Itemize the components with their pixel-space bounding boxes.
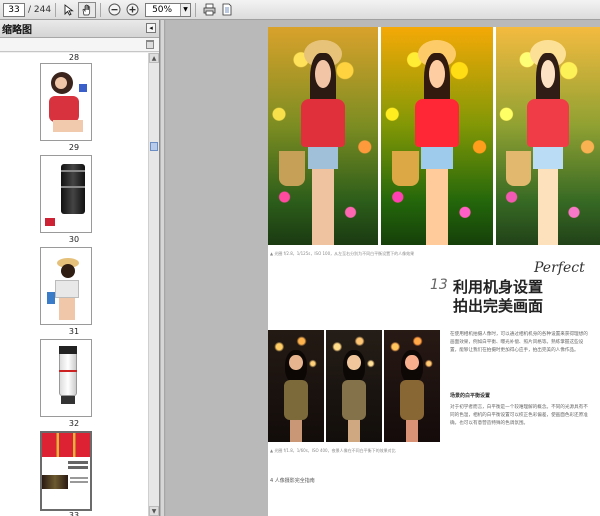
thumbnail-photo [68, 466, 88, 469]
page-number-input[interactable]: 33 [3, 2, 25, 17]
panel-splitter[interactable] [161, 20, 165, 516]
portrait-photo [381, 27, 493, 245]
thumbnail-photo [49, 96, 79, 122]
toolbar-separator [195, 2, 197, 17]
toolbar-separator [100, 2, 102, 17]
thumbnail-photo [45, 218, 55, 226]
thumbnail-photo [59, 298, 75, 320]
panel-toolbar [0, 38, 159, 52]
portrait-photo [496, 27, 600, 245]
thumbnail-page-number: 33 [68, 511, 80, 516]
thumbnail-photo [42, 475, 68, 489]
thumbnail-page-29[interactable] [40, 63, 92, 141]
page-total-label: / 244 [28, 4, 52, 15]
document-page: ▲ 光圈 f/2.8，1/125s，ISO 100，从左至右分别为不同白平衡设置… [268, 27, 600, 516]
thumbnail-page-33[interactable] [40, 431, 92, 511]
body-paragraph: 在使用相机拍摄人像时，可以通过相机机身的各种设置来获得理想的画面效果，例如白平衡… [450, 332, 588, 353]
page-footer: 4 人像摄影完全指南 [270, 478, 315, 484]
thumbnail-photo [70, 477, 88, 479]
print-icon[interactable] [200, 2, 218, 18]
thumbnail-list[interactable]: 28 29 30 31 32 33 [0, 53, 148, 516]
thumbnail-page-number: 30 [68, 235, 80, 244]
hand-icon[interactable] [78, 1, 97, 18]
page-title-line1: 利用机身设置 [453, 278, 544, 296]
thumbnail-photo [79, 84, 87, 92]
select-arrow-icon[interactable] [60, 2, 78, 18]
trash-icon[interactable] [146, 40, 154, 49]
thumbnail-photo [61, 396, 75, 404]
scroll-down-icon[interactable]: ▼ [149, 506, 159, 516]
thumbnail-photo [47, 292, 55, 304]
thumbnail-photo [42, 433, 90, 457]
thumbnail-photo [55, 77, 67, 89]
close-panel-icon[interactable]: ◂ [146, 23, 156, 33]
thumbnail-photo [53, 120, 83, 132]
thumbnail-photo [61, 264, 75, 278]
thumbnail-photo [61, 186, 85, 188]
thumbnail-scrollbar[interactable]: ▲ ▼ [148, 53, 159, 516]
thumbnail-page-31[interactable] [40, 247, 92, 325]
photo-caption: ▲ 光圈 f/2.8，1/125s，ISO 100，从左至右分别为不同白平衡设置… [270, 251, 415, 256]
thumbnail-panel: 缩略图 ◂ 28 29 30 31 32 33 ▲ ▼ [0, 20, 160, 516]
section-number: 13 [430, 277, 448, 293]
thumbnail-page-32[interactable] [40, 339, 92, 417]
thumbnail-page-number: 28 [68, 53, 80, 62]
night-portrait-photo [384, 330, 440, 442]
thumbnail-page-number: 32 [68, 419, 80, 428]
document-icon[interactable] [218, 2, 236, 18]
night-portrait-photo [268, 330, 324, 442]
chevron-down-icon[interactable]: ▼ [180, 3, 191, 16]
thumbnail-photo [68, 461, 88, 464]
zoom-in-icon[interactable] [123, 2, 141, 18]
toolbar-separator [55, 2, 57, 17]
thumbnail-page-number: 31 [68, 327, 80, 336]
zoom-value: 50% [152, 4, 173, 15]
toolbar: 33 / 244 50% ▼ [0, 0, 600, 20]
scroll-up-icon[interactable]: ▲ [149, 53, 159, 63]
document-view[interactable]: ▲ 光圈 f/2.8，1/125s，ISO 100，从左至右分别为不同白平衡设置… [166, 20, 600, 516]
thumbnail-photo [55, 280, 79, 298]
photo-caption: ▲ 光圈 f/1.8，1/60s，ISO 400，夜景人像在不同白平衡下的效果对… [270, 448, 396, 453]
thumbnail-photo [59, 370, 77, 372]
panel-title: 缩略图 [2, 25, 32, 36]
thumbnail-photo [59, 346, 77, 354]
subheading: 场景的白平衡设置 [450, 393, 491, 399]
sub-paragraph: 对于初学者而言，白平衡是一个较难理解的概念。不同的光源具有不同的色温，相机的白平… [450, 405, 588, 426]
panel-header: 缩略图 ◂ [0, 20, 159, 38]
zoom-select[interactable]: 50% ▼ [145, 2, 192, 17]
page-title-line2: 拍出完美画面 [453, 297, 544, 315]
night-portrait-photo [326, 330, 382, 442]
scrollbar-thumb[interactable] [150, 142, 158, 151]
thumbnail-photo [61, 170, 85, 172]
script-title: Perfect [534, 260, 585, 276]
thumbnail-page-number: 29 [68, 143, 80, 152]
zoom-out-icon[interactable] [105, 2, 123, 18]
thumbnail-photo [70, 481, 88, 483]
thumbnail-page-30[interactable] [40, 155, 92, 233]
portrait-photo [268, 27, 378, 245]
